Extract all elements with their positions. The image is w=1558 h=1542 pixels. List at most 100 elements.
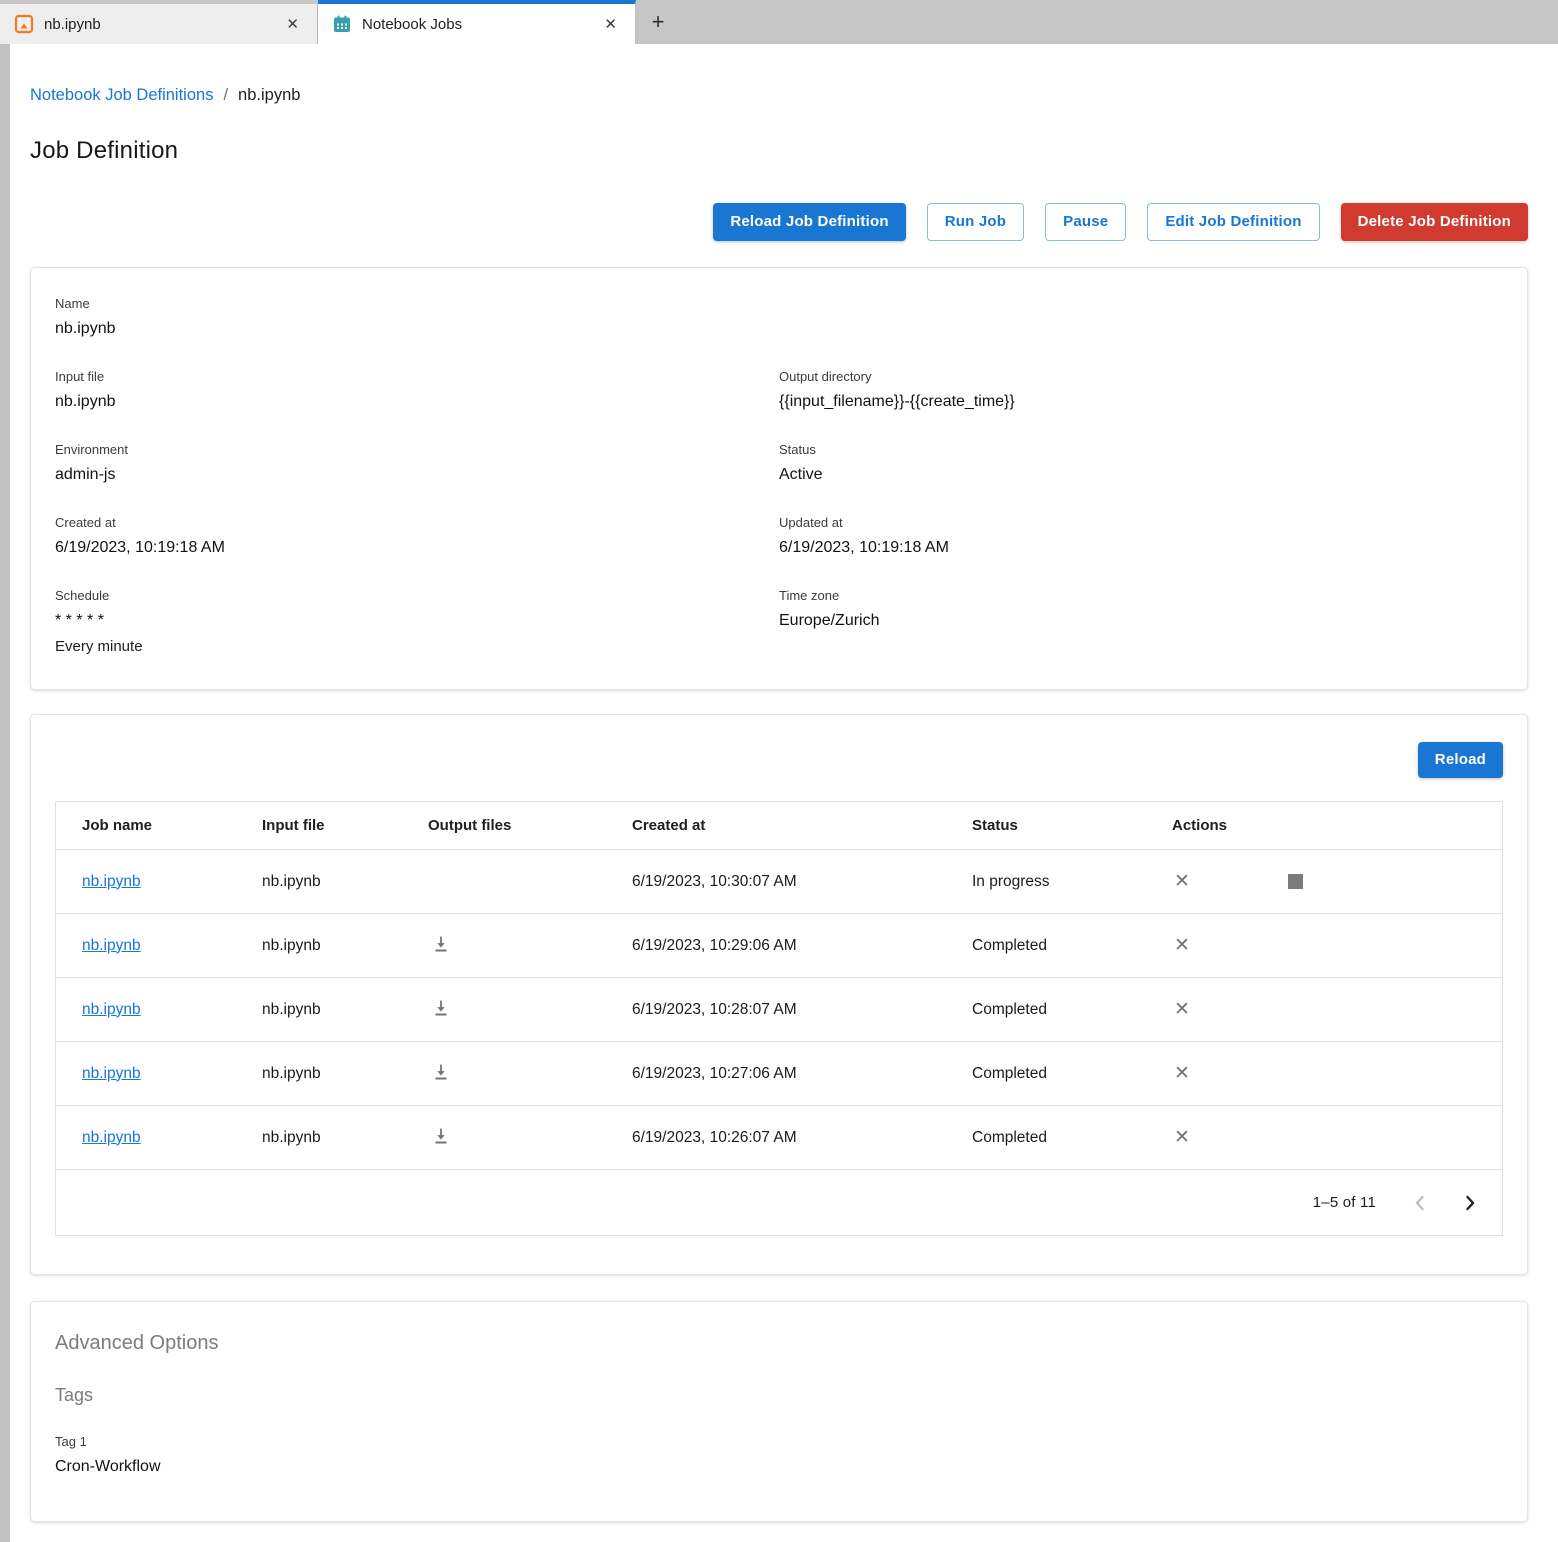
left-edge-strip (0, 44, 10, 1542)
field-value: nb.ipynb (55, 390, 779, 414)
download-output-icon[interactable] (428, 931, 454, 957)
field-label: Schedule (55, 587, 779, 605)
table-pagination: 1–5 of 11 (56, 1169, 1502, 1235)
field-created-at: Created at 6/19/2023, 10:19:18 AM (55, 514, 779, 560)
add-tab-icon[interactable]: + (636, 0, 680, 44)
jobs-table-header: Job name Input file Output files Created… (56, 802, 1502, 849)
breadcrumb-link-job-definitions[interactable]: Notebook Job Definitions (30, 86, 213, 105)
status-cell: Completed (972, 1001, 1172, 1019)
column-header-actions: Actions (1172, 817, 1502, 834)
field-schedule: Schedule * * * * * Every minute (55, 587, 779, 659)
output-files-cell (428, 1059, 632, 1088)
column-header-job-name: Job name (82, 817, 262, 834)
stop-job-icon[interactable] (1286, 872, 1305, 891)
field-value: 6/19/2023, 10:19:18 AM (55, 536, 779, 560)
column-header-created-at: Created at (632, 817, 972, 834)
breadcrumb-current: nb.ipynb (238, 86, 300, 105)
output-files-cell (428, 995, 632, 1024)
delete-job-icon[interactable]: ✕ (1172, 1062, 1192, 1085)
reload-jobs-button[interactable]: Reload (1418, 742, 1503, 778)
actions-cell: ✕ (1172, 998, 1502, 1021)
calendar-icon (332, 14, 352, 34)
actions-cell: ✕ (1172, 1126, 1502, 1149)
created-at-cell: 6/19/2023, 10:30:07 AM (632, 873, 972, 891)
column-header-input-file: Input file (262, 817, 428, 834)
column-header-status: Status (972, 817, 1172, 834)
main-content: Notebook Job Definitions / nb.ipynb Job … (10, 44, 1558, 1542)
input-file-cell: nb.ipynb (262, 1001, 428, 1019)
job-name-link[interactable]: nb.ipynb (82, 1001, 141, 1018)
status-cell: In progress (972, 873, 1172, 891)
pagination-range-label: 1–5 of 11 (1313, 1194, 1376, 1211)
job-name-link[interactable]: nb.ipynb (82, 937, 141, 954)
app-window: nb.ipynb ✕ Notebook Jobs ✕ + (0, 0, 1558, 1542)
field-value: 6/19/2023, 10:19:18 AM (779, 536, 1503, 560)
output-files-cell (428, 1123, 632, 1152)
field-status: Status Active (779, 441, 1503, 487)
notebook-icon (14, 14, 34, 34)
tag-field: Tag 1 Cron-Workflow (55, 1433, 1503, 1479)
field-output-directory: Output directory {{input_filename}}-{{cr… (779, 368, 1503, 414)
field-value: nb.ipynb (55, 317, 779, 341)
breadcrumb: Notebook Job Definitions / nb.ipynb (30, 86, 1528, 105)
job-runs-card: Reload Job name Input file Output files … (30, 714, 1528, 1275)
download-output-icon[interactable] (428, 995, 454, 1021)
advanced-options-title: Advanced Options (55, 1332, 1503, 1355)
tags-section-title: Tags (55, 1385, 1503, 1406)
created-at-cell: 6/19/2023, 10:29:06 AM (632, 937, 972, 955)
field-name: Name nb.ipynb (55, 295, 779, 341)
field-value: admin-js (55, 463, 779, 487)
download-output-icon[interactable] (428, 1059, 454, 1085)
column-header-output-files: Output files (428, 817, 632, 834)
actions-cell: ✕ (1172, 870, 1502, 893)
actions-cell: ✕ (1172, 1062, 1502, 1085)
page-title: Job Definition (30, 137, 1528, 165)
tag-value: Cron-Workflow (55, 1455, 1503, 1479)
job-definition-details-card: Name nb.ipynb Input file nb.ipynb Output… (30, 267, 1528, 690)
actions-cell: ✕ (1172, 934, 1502, 957)
breadcrumb-separator: / (223, 86, 228, 105)
delete-job-icon[interactable]: ✕ (1172, 1126, 1192, 1149)
field-value: {{input_filename}}-{{create_time}} (779, 390, 1503, 414)
field-label: Created at (55, 514, 779, 532)
input-file-cell: nb.ipynb (262, 873, 428, 891)
tab-bar: nb.ipynb ✕ Notebook Jobs ✕ + (0, 0, 1558, 44)
job-name-link[interactable]: nb.ipynb (82, 1065, 141, 1082)
close-icon[interactable]: ✕ (600, 15, 621, 34)
table-row: nb.ipynb nb.ipynb 6/19/2023, 10:29:06 AM… (56, 913, 1502, 977)
status-cell: Completed (972, 937, 1172, 955)
field-input-file: Input file nb.ipynb (55, 368, 779, 414)
previous-page-icon[interactable] (1406, 1189, 1434, 1217)
delete-job-icon[interactable]: ✕ (1172, 934, 1192, 957)
input-file-cell: nb.ipynb (262, 1065, 428, 1083)
field-value: * * * * * (55, 609, 779, 633)
table-row: nb.ipynb nb.ipynb 6/19/2023, 10:26:07 AM… (56, 1105, 1502, 1169)
field-label: Input file (55, 368, 779, 386)
tab-label: Notebook Jobs (362, 16, 590, 33)
created-at-cell: 6/19/2023, 10:27:06 AM (632, 1065, 972, 1083)
status-cell: Completed (972, 1129, 1172, 1147)
close-icon[interactable]: ✕ (282, 15, 303, 34)
delete-job-definition-button[interactable]: Delete Job Definition (1341, 203, 1528, 241)
next-page-icon[interactable] (1456, 1189, 1484, 1217)
edit-job-definition-button[interactable]: Edit Job Definition (1147, 203, 1319, 241)
tab-nb-ipynb[interactable]: nb.ipynb ✕ (0, 4, 318, 44)
field-label: Status (779, 441, 1503, 459)
tab-notebook-jobs[interactable]: Notebook Jobs ✕ (318, 0, 636, 44)
download-output-icon[interactable] (428, 1123, 454, 1149)
job-name-link[interactable]: nb.ipynb (82, 873, 141, 890)
field-label: Updated at (779, 514, 1503, 532)
advanced-options-card: Advanced Options Tags Tag 1 Cron-Workflo… (30, 1301, 1528, 1522)
field-value: Europe/Zurich (779, 609, 1503, 633)
input-file-cell: nb.ipynb (262, 937, 428, 955)
delete-job-icon[interactable]: ✕ (1172, 998, 1192, 1021)
field-label: Environment (55, 441, 779, 459)
reload-job-definition-button[interactable]: Reload Job Definition (713, 203, 905, 241)
action-buttons: Reload Job Definition Run Job Pause Edit… (30, 203, 1528, 241)
job-name-link[interactable]: nb.ipynb (82, 1129, 141, 1146)
pause-button[interactable]: Pause (1045, 203, 1126, 241)
status-cell: Completed (972, 1065, 1172, 1083)
jobs-table: Job name Input file Output files Created… (55, 801, 1503, 1236)
delete-job-icon[interactable]: ✕ (1172, 870, 1192, 893)
run-job-button[interactable]: Run Job (927, 203, 1024, 241)
